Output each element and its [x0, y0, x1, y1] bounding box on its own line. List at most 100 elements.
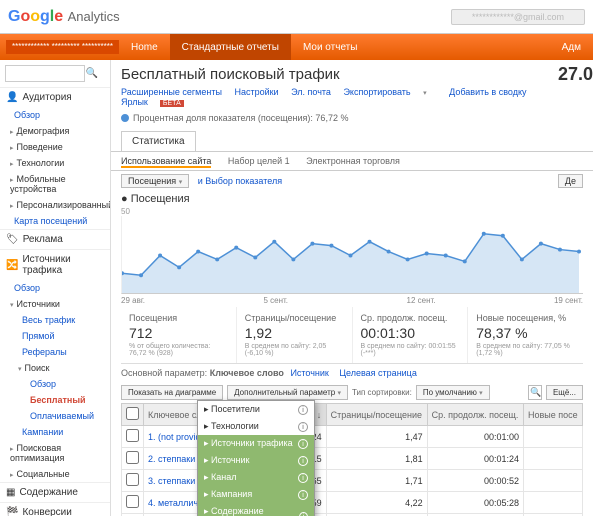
dd-item[interactable]: ▸ Источникi [198, 452, 314, 469]
metric-card[interactable]: Новые посещения, %78,37 %В среднем по са… [468, 307, 583, 363]
dot-icon [121, 114, 129, 122]
table-row[interactable]: 1. (not provided)1241,4700:01:00 [122, 426, 583, 448]
sb-visitmap[interactable]: Карта посещений [0, 213, 110, 229]
dd-item[interactable]: ▸ Источники трафикаi [198, 435, 314, 452]
info-icon: i [298, 456, 308, 466]
navbar: ************ ********* ********** Home С… [0, 34, 593, 60]
show-on-chart-btn[interactable]: Показать на диаграмме [121, 385, 223, 400]
sort-label: Тип сортировки: [352, 388, 412, 397]
profile-badge[interactable]: ************ ********* ********** [6, 40, 119, 54]
page-title: Бесплатный поисковый трафик [111, 60, 593, 85]
data-table: Ключевое слово Посещения ↓ Страницы/посе… [121, 403, 583, 516]
toolbar: Расширенные сегменты Настройки Эл. почта… [111, 85, 593, 109]
sb-campaigns[interactable]: Кампании [0, 424, 110, 440]
sb-behavior[interactable]: Поведение [0, 139, 110, 155]
content: 27.0 Бесплатный поисковый трафик Расшире… [111, 60, 593, 516]
subtab-goals[interactable]: Набор целей 1 [228, 156, 290, 166]
info-icon: i [298, 473, 308, 483]
sb-search-ov[interactable]: Обзор [0, 376, 110, 392]
dd-item[interactable]: ▸ Каналi [198, 469, 314, 486]
dim-primary[interactable]: Ключевое слово [210, 368, 284, 378]
sb-audience[interactable]: 👤Аудитория [0, 87, 110, 107]
dimension-row: Основной параметр: Ключевое слово Источн… [111, 364, 593, 382]
info-icon: i [298, 422, 308, 432]
more-btn[interactable]: Ещё... [546, 385, 583, 400]
sb-content[interactable]: ▦Содержание [0, 482, 110, 502]
top-bar: Google Analytics ************@gmail.com [0, 0, 593, 34]
sb-paid[interactable]: Оплачиваемый [0, 408, 110, 424]
sb-tech[interactable]: Технологии [0, 155, 110, 171]
subtabs: Использование сайта Набор целей 1 Электр… [111, 151, 593, 171]
sb-search[interactable]: Поиск [0, 360, 110, 376]
metric-card[interactable]: Посещения712% от общего количества: 76,7… [121, 307, 237, 363]
tb-export[interactable]: Экспортировать ▾ [343, 87, 436, 97]
flag-icon: 🏁 [6, 507, 18, 516]
sb-referrals[interactable]: Рефералы [0, 344, 110, 360]
sb-sources[interactable]: Источники [0, 296, 110, 312]
table-row[interactable]: 2. степпаки1151,8100:01:24 [122, 448, 583, 470]
th-checkbox[interactable] [122, 404, 144, 426]
nav-custom[interactable]: Мои отчеты [291, 34, 370, 60]
account-dropdown[interactable]: ************@gmail.com [451, 9, 585, 25]
dim-landing[interactable]: Целевая страница [339, 368, 416, 378]
sidebar: 🔍 👤Аудитория Обзор Демография Поведение … [0, 60, 111, 516]
th-dur[interactable]: Ср. продолж. посещ. [427, 404, 523, 426]
chart[interactable] [121, 216, 583, 294]
sb-mobile[interactable]: Мобильные устройства [0, 171, 110, 197]
metric-dropdown[interactable]: Посещения ▾ [121, 174, 189, 188]
metric-card[interactable]: Страницы/посещение1,92В среднем по сайту… [237, 307, 353, 363]
dd-item[interactable]: ▸ Кампанияi [198, 486, 314, 503]
tag-icon: 🏷 [6, 234, 19, 245]
sb-conversions[interactable]: 🏁Конверсии [0, 502, 110, 516]
sort-dropdown[interactable]: По умолчанию ▾ [416, 385, 490, 400]
th-pages[interactable]: Страницы/посещение [326, 404, 427, 426]
th-new[interactable]: Новые посе [523, 404, 582, 426]
filter-row: Показать на диаграмме Дополнительный пар… [111, 382, 593, 403]
tab-statistics[interactable]: Статистика [121, 131, 196, 151]
tb-shortcut[interactable]: ЯрлыкБЕТА [121, 97, 194, 107]
metric-card[interactable]: Ср. продолж. посещ.00:01:30В среднем по … [353, 307, 469, 363]
nav-admin[interactable]: Адм [550, 34, 593, 60]
subtab-usage[interactable]: Использование сайта [121, 156, 211, 168]
sb-seo[interactable]: Поисковая оптимизация [0, 440, 110, 466]
granularity-btn[interactable]: Де [558, 174, 583, 188]
search-icon[interactable]: 🔍 [85, 68, 99, 79]
sb-aud-overview[interactable]: Обзор [0, 107, 110, 123]
tb-segments[interactable]: Расширенные сегменты [121, 87, 222, 97]
info-icon: i [299, 512, 308, 516]
tb-add[interactable]: Добавить в сводку [449, 87, 526, 97]
secondary-dim-btn[interactable]: Дополнительный параметр ▾ [227, 385, 348, 400]
date-range[interactable]: 27.0 [558, 64, 593, 85]
tb-email[interactable]: Эл. почта [291, 87, 331, 97]
table-row[interactable]: 4. металличес594,2200:05:28 [122, 492, 583, 514]
sb-direct[interactable]: Прямой [0, 328, 110, 344]
dd-item[interactable]: ▸ Технологииi [198, 418, 314, 435]
sb-demography[interactable]: Демография [0, 123, 110, 139]
dd-item[interactable]: ▸ Содержание объявленияi [198, 503, 314, 516]
sb-free[interactable]: Бесплатный [0, 392, 110, 408]
tb-settings[interactable]: Настройки [234, 87, 278, 97]
dd-item[interactable]: ▸ Посетителиi [198, 401, 314, 418]
search-input[interactable] [5, 65, 85, 82]
sb-all[interactable]: Весь трафик [0, 312, 110, 328]
subtab-ecom[interactable]: Электронная торговля [306, 156, 400, 166]
sb-custom[interactable]: Персонализированный [0, 197, 110, 213]
vs-selector[interactable]: и Выбор показателя [198, 176, 282, 186]
sb-tr-overview[interactable]: Обзор [0, 280, 110, 296]
logo: Google Analytics [8, 8, 120, 26]
table-row[interactable]: 3. степпаки м651,7100:00:52 [122, 470, 583, 492]
dim-source[interactable]: Источник [290, 368, 328, 378]
info-icon: i [298, 439, 308, 449]
sb-ads[interactable]: 🏷Реклама [0, 229, 110, 249]
x-labels: 29 авг.5 сент.12 сент.19 сент. [111, 294, 593, 307]
person-icon: 👤 [6, 92, 18, 103]
nav-standard[interactable]: Стандартные отчеты [170, 34, 291, 60]
chart-title: ● Посещения [111, 191, 593, 207]
sb-social[interactable]: Социальные [0, 466, 110, 482]
nav-home[interactable]: Home [119, 34, 170, 60]
table-search-icon[interactable]: 🔍 [528, 385, 542, 400]
secondary-dim-dropdown: ▸ Посетителиi▸ Технологииi▸ Источники тр… [197, 400, 315, 516]
metrics-row: Посещения712% от общего количества: 76,7… [121, 307, 583, 364]
chevron-down-icon: ▾ [423, 90, 427, 97]
sb-traffic[interactable]: 🔀Источники трафика [0, 249, 110, 280]
